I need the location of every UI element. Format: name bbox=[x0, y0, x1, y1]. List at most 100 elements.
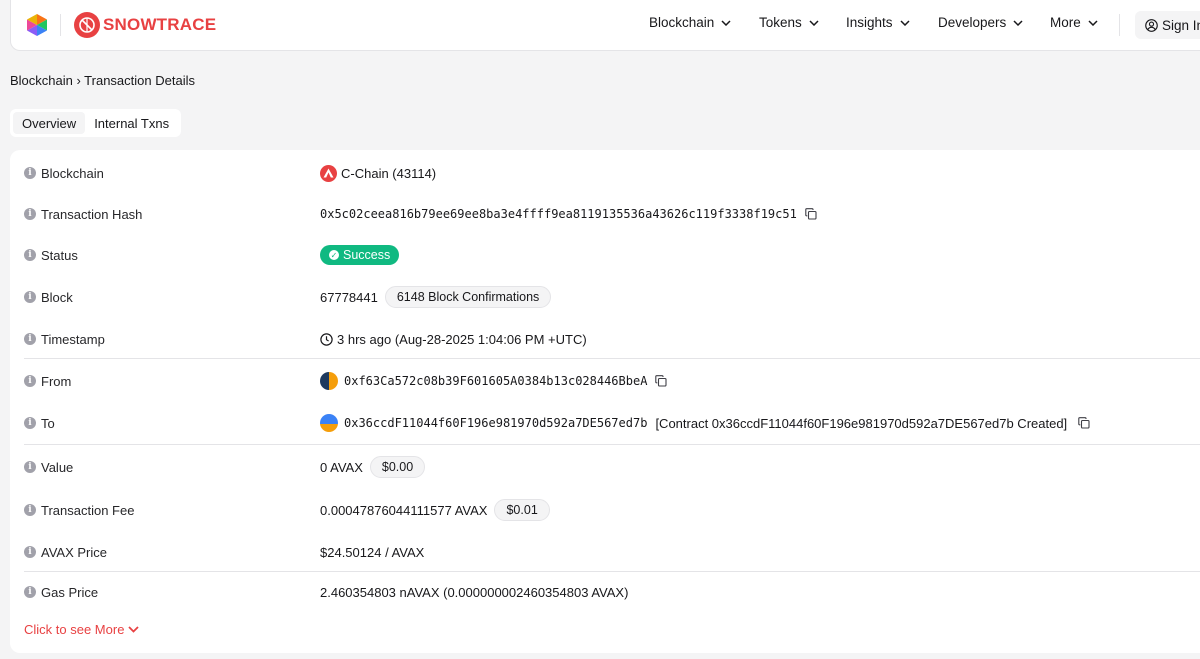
label-from: i From bbox=[24, 374, 71, 389]
brand-name: SNOWTRACE bbox=[103, 15, 217, 34]
timestamp-text: 3 hrs ago (Aug-28-2025 1:04:06 PM +UTC) bbox=[337, 331, 587, 347]
value-amount: 0 AVAX bbox=[320, 459, 363, 475]
row-timestamp: i Timestamp 3 hrs ago (Aug-28-2025 1:04:0… bbox=[24, 330, 1200, 348]
section-divider bbox=[24, 444, 1200, 445]
from-address-link[interactable]: 0xf63Ca572c08b39F601605A0384b13c028446Bb… bbox=[344, 374, 647, 388]
value-timestamp: 3 hrs ago (Aug-28-2025 1:04:06 PM +UTC) bbox=[320, 332, 587, 347]
row-transaction-hash: i Transaction Hash 0x5c02ceea816b79ee69ee… bbox=[24, 205, 1200, 223]
label-blockchain: i Blockchain bbox=[24, 166, 104, 181]
nav-insights[interactable]: Insights bbox=[846, 15, 910, 30]
copy-icon[interactable] bbox=[655, 375, 667, 387]
address-avatar bbox=[320, 372, 338, 390]
row-block: i Block 67778441 6148 Block Confirmations bbox=[24, 286, 1200, 308]
user-icon bbox=[1145, 18, 1158, 32]
label-block: i Block bbox=[24, 290, 73, 305]
value-gas-price: 2.460354803 nAVAX (0.000000002460354803 … bbox=[320, 585, 628, 600]
check-circle-icon: ✓ bbox=[329, 250, 339, 260]
info-icon: i bbox=[24, 504, 36, 516]
status-badge: ✓ Success bbox=[320, 245, 400, 265]
nav-blockchain-label: Blockchain bbox=[649, 15, 715, 30]
row-transaction-fee: i Transaction Fee 0.00047876044111577 AVA… bbox=[24, 499, 1200, 521]
nav-blockchain[interactable]: Blockchain bbox=[649, 15, 731, 30]
label-text: Gas Price bbox=[41, 584, 99, 600]
tab-overview[interactable]: Overview bbox=[13, 112, 86, 134]
label-timestamp: i Timestamp bbox=[24, 332, 105, 347]
gas-price-text: 2.460354803 nAVAX (0.000000002460354803 … bbox=[320, 584, 629, 600]
confirmations-badge: 6148 Block Confirmations bbox=[384, 286, 552, 308]
see-more-link[interactable]: Click to see More bbox=[24, 622, 140, 637]
nav-tokens-label: Tokens bbox=[759, 15, 802, 30]
chevron-down-icon bbox=[128, 626, 140, 633]
value-blockchain: C-Chain (43114) bbox=[320, 164, 436, 182]
to-address-link[interactable]: 0x36ccdF11044f60F196e981970d592a7DE567ed… bbox=[344, 416, 647, 430]
nav-insights-label: Insights bbox=[846, 15, 893, 30]
value-from: 0xf63Ca572c08b39F601605A0384b13c028446Bb… bbox=[320, 372, 667, 390]
label-avax-price: i AVAX Price bbox=[24, 545, 107, 560]
see-more-label: Click to see More bbox=[24, 622, 125, 637]
label-transaction-fee: i Transaction Fee bbox=[24, 503, 134, 518]
sign-in-label: Sign In bbox=[1162, 17, 1200, 33]
info-icon: i bbox=[24, 546, 36, 558]
value-status: ✓ Success bbox=[320, 245, 400, 265]
breadcrumb[interactable]: Blockchain › Transaction Details bbox=[10, 73, 195, 88]
copy-icon[interactable] bbox=[805, 208, 817, 220]
value-transaction-hash: 0x5c02ceea816b79ee69ee8ba3e4ffff9ea81191… bbox=[320, 207, 817, 221]
sign-in-button[interactable]: Sign In bbox=[1135, 11, 1200, 39]
avalanche-logo-icon bbox=[320, 164, 337, 182]
chevron-down-icon bbox=[809, 19, 819, 26]
snowtrace-logo-icon bbox=[74, 12, 100, 38]
clock-icon bbox=[320, 332, 333, 346]
chevron-down-icon bbox=[1013, 19, 1023, 26]
row-value: i Value 0 AVAX $0.00 bbox=[24, 456, 1200, 478]
copy-icon[interactable] bbox=[1078, 417, 1090, 429]
info-icon: i bbox=[24, 461, 36, 473]
info-icon: i bbox=[24, 291, 36, 303]
transaction-hash-text: 0x5c02ceea816b79ee69ee8ba3e4ffff9ea81191… bbox=[320, 207, 797, 221]
value-transaction-fee: 0.00047876044111577 AVAX $0.01 bbox=[320, 499, 550, 521]
info-icon: i bbox=[24, 586, 36, 598]
label-text: Blockchain bbox=[41, 165, 104, 181]
fee-amount: 0.00047876044111577 AVAX bbox=[320, 502, 488, 518]
label-text: AVAX Price bbox=[41, 544, 107, 560]
label-text: From bbox=[41, 373, 72, 389]
nav-developers-label: Developers bbox=[938, 15, 1007, 30]
label-transaction-hash: i Transaction Hash bbox=[24, 207, 142, 222]
label-text: Value bbox=[41, 459, 74, 475]
brand-logo[interactable]: SNOWTRACE bbox=[74, 11, 216, 39]
row-to: i To 0x36ccdF11044f60F196e981970d592a7DE5… bbox=[24, 413, 1200, 433]
section-divider bbox=[24, 571, 1200, 572]
value-avax-price: $24.50124 / AVAX bbox=[320, 545, 424, 560]
row-gas-price: i Gas Price 2.460354803 nAVAX (0.00000000… bbox=[24, 583, 1200, 601]
row-status: i Status ✓ Success bbox=[24, 245, 1200, 265]
section-divider bbox=[24, 358, 1200, 359]
info-icon: i bbox=[24, 375, 36, 387]
top-navbar: SNOWTRACE Blockchain Tokens Insights Dev… bbox=[10, 0, 1200, 51]
address-avatar bbox=[320, 414, 338, 432]
row-blockchain: i Blockchain C-Chain (43114) bbox=[24, 164, 1200, 182]
nav-developers[interactable]: Developers bbox=[938, 15, 1023, 30]
usd-fee-badge: $0.01 bbox=[494, 499, 550, 521]
nav-divider bbox=[60, 14, 61, 36]
info-icon: i bbox=[24, 208, 36, 220]
tab-internal-txns[interactable]: Internal Txns bbox=[85, 112, 178, 134]
label-to: i To bbox=[24, 416, 55, 431]
info-icon: i bbox=[24, 249, 36, 261]
label-text: Block bbox=[41, 289, 73, 305]
chevron-down-icon bbox=[900, 19, 910, 26]
info-icon: i bbox=[24, 417, 36, 429]
value-to: 0x36ccdF11044f60F196e981970d592a7DE567ed… bbox=[320, 414, 1090, 432]
status-text: Success bbox=[343, 248, 391, 262]
nav-tokens[interactable]: Tokens bbox=[759, 15, 819, 30]
block-number-link[interactable]: 67778441 bbox=[320, 290, 378, 305]
chevron-down-icon bbox=[721, 19, 731, 26]
label-text: Timestamp bbox=[41, 331, 105, 347]
usd-value-badge: $0.00 bbox=[369, 456, 426, 478]
app-logo-icon[interactable] bbox=[26, 13, 48, 37]
nav-more[interactable]: More bbox=[1050, 15, 1098, 30]
label-text: Transaction Hash bbox=[41, 206, 143, 222]
transaction-details-card: i Blockchain C-Chain (43114) i Transaction… bbox=[10, 150, 1200, 653]
label-text: Transaction Fee bbox=[41, 502, 135, 518]
label-text: Status bbox=[41, 247, 78, 263]
nav-divider bbox=[1119, 14, 1120, 36]
row-avax-price: i AVAX Price $24.50124 / AVAX bbox=[24, 543, 1200, 561]
